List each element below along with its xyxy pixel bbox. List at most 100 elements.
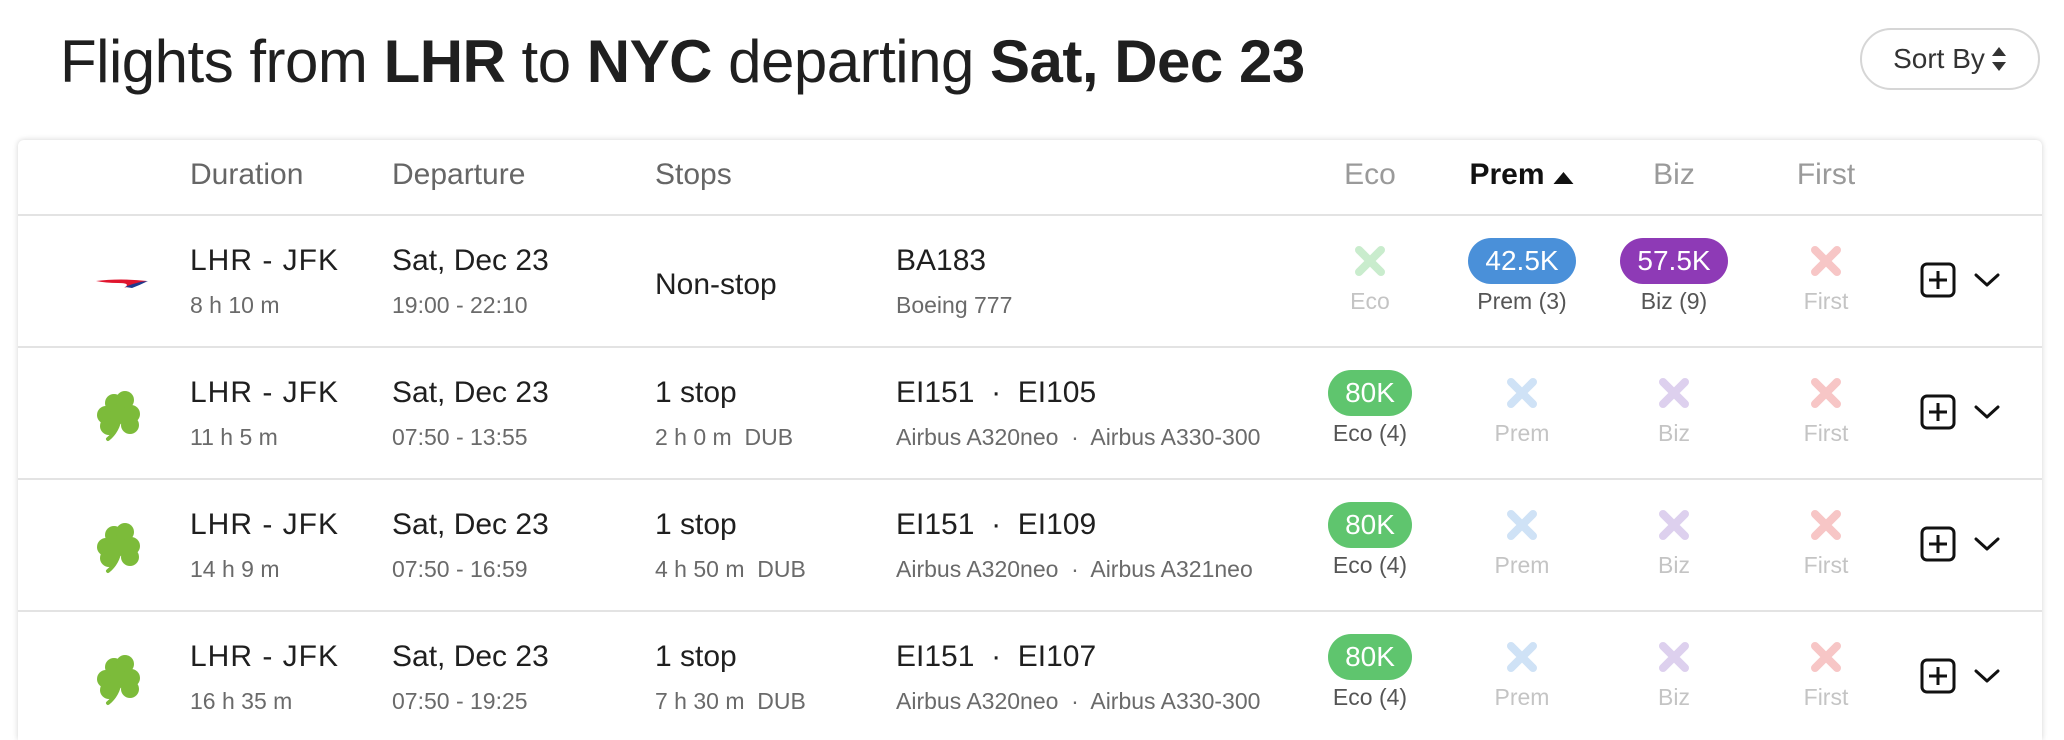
sort-updown-icon	[1991, 46, 2007, 72]
first-unavailable-label: First	[1803, 288, 1849, 314]
first-availability: First	[1746, 502, 1906, 579]
biz-unavailable-label: Biz	[1658, 684, 1690, 710]
departure-date: Sat, Dec 23	[392, 244, 549, 277]
flight-row[interactable]: LHR - JFK 8 h 10 m Sat, Dec 23 19:00 - 22:1…	[18, 216, 2042, 348]
flight-duration: 14 h 9 m	[190, 556, 280, 582]
biz-seats-label: Biz (9)	[1640, 288, 1708, 314]
prem-availability: Prem	[1442, 370, 1602, 447]
sort-by-label: Sort By	[1893, 43, 1985, 74]
biz-points-pill[interactable]: 57.5K	[1620, 238, 1728, 284]
eco-points-pill[interactable]: 80K	[1328, 370, 1412, 416]
eco-availability[interactable]: 80K Eco (4)	[1290, 634, 1450, 711]
unavailable-x-icon	[1290, 238, 1450, 284]
eco-seats-label: Eco (4)	[1332, 684, 1408, 710]
add-plus-icon[interactable]	[1920, 526, 1956, 562]
unavailable-x-icon	[1442, 502, 1602, 548]
eco-seats-label: Eco (4)	[1332, 420, 1408, 446]
flight-row[interactable]: LHR - JFK 11 h 5 m Sat, Dec 23 07:50 - 13:5…	[18, 348, 2042, 480]
expand-chevron-down-icon[interactable]	[1974, 404, 2000, 420]
sort-by-button[interactable]: Sort By	[1860, 28, 2040, 90]
column-header-prem[interactable]: Prem	[1469, 158, 1574, 193]
column-header-duration[interactable]: Duration	[190, 158, 303, 192]
expand-chevron-down-icon[interactable]	[1974, 668, 2000, 684]
stop-detail: 4 h 50 m DUB	[655, 556, 806, 582]
add-plus-icon[interactable]	[1920, 262, 1956, 298]
departure-times: 19:00 - 22:10	[392, 292, 528, 318]
flight-numbers: EI151 · EI105	[896, 376, 1097, 409]
aircraft-types: Airbus A320neo · Airbus A330-300	[896, 688, 1261, 714]
prem-points-pill[interactable]: 42.5K	[1468, 238, 1576, 284]
flight-route: LHR - JFK	[190, 376, 340, 409]
stop-detail: 7 h 30 m DUB	[655, 688, 806, 714]
aer-lingus-shamrock-logo	[74, 366, 170, 462]
departure-times: 07:50 - 19:25	[392, 688, 528, 714]
aircraft-types: Airbus A320neo · Airbus A330-300	[896, 424, 1261, 450]
biz-availability[interactable]: 57.5K Biz (9)	[1594, 238, 1754, 315]
stops-count: 1 stop	[655, 508, 737, 541]
unavailable-x-icon	[1442, 634, 1602, 680]
column-header-eco[interactable]: Eco	[1344, 158, 1396, 192]
unavailable-x-icon	[1746, 634, 1906, 680]
flight-duration: 8 h 10 m	[190, 292, 280, 318]
biz-availability: Biz	[1594, 370, 1754, 447]
unavailable-x-icon	[1746, 370, 1906, 416]
aircraft-types: Airbus A320neo · Airbus A321neo	[896, 556, 1253, 582]
expand-chevron-down-icon[interactable]	[1974, 536, 2000, 552]
aircraft-types: Boeing 777	[896, 292, 1013, 318]
add-plus-icon[interactable]	[1920, 658, 1956, 694]
biz-availability: Biz	[1594, 634, 1754, 711]
biz-unavailable-label: Biz	[1658, 420, 1690, 446]
stop-detail: 2 h 0 m DUB	[655, 424, 794, 450]
column-header-first[interactable]: First	[1797, 158, 1855, 192]
prem-unavailable-label: Prem	[1494, 684, 1550, 710]
sort-ascending-icon	[1553, 159, 1575, 193]
stops-count: 1 stop	[655, 640, 737, 673]
page-title: Flights from LHR to NYC departing Sat, D…	[60, 26, 1305, 98]
title-departing: departing	[728, 28, 974, 95]
prem-availability: Prem	[1442, 634, 1602, 711]
stops-count: 1 stop	[655, 376, 737, 409]
departure-date: Sat, Dec 23	[392, 508, 549, 541]
expand-chevron-down-icon[interactable]	[1974, 272, 2000, 288]
biz-availability: Biz	[1594, 502, 1754, 579]
prem-availability[interactable]: 42.5K Prem (3)	[1442, 238, 1602, 315]
british-airways-logo	[74, 234, 170, 330]
flight-duration: 16 h 35 m	[190, 688, 293, 714]
unavailable-x-icon	[1594, 634, 1754, 680]
departure-times: 07:50 - 13:55	[392, 424, 528, 450]
eco-points-pill[interactable]: 80K	[1328, 634, 1412, 680]
prem-seats-label: Prem (3)	[1477, 288, 1567, 314]
column-header-stops[interactable]: Stops	[655, 158, 732, 192]
flight-route: LHR - JFK	[190, 640, 340, 673]
title-destination: NYC	[586, 28, 713, 95]
eco-points-pill[interactable]: 80K	[1328, 502, 1412, 548]
flight-row[interactable]: LHR - JFK 16 h 35 m Sat, Dec 23 07:50 - 19:…	[18, 612, 2042, 740]
unavailable-x-icon	[1746, 238, 1906, 284]
column-header-prem-label: Prem	[1469, 158, 1545, 191]
stops-count: Non-stop	[655, 268, 777, 301]
add-plus-icon[interactable]	[1920, 394, 1956, 430]
flight-numbers: BA183	[896, 244, 987, 277]
first-availability: First	[1746, 238, 1906, 315]
biz-unavailable-label: Biz	[1658, 552, 1690, 578]
first-unavailable-label: First	[1803, 420, 1849, 446]
unavailable-x-icon	[1746, 502, 1906, 548]
column-header-biz[interactable]: Biz	[1653, 158, 1695, 192]
eco-availability[interactable]: 80K Eco (4)	[1290, 370, 1450, 447]
departure-date: Sat, Dec 23	[392, 376, 549, 409]
table-header: Duration Departure Stops Eco Prem Biz Fi…	[18, 140, 2042, 216]
aer-lingus-shamrock-logo	[74, 498, 170, 594]
aer-lingus-shamrock-logo	[74, 630, 170, 726]
first-unavailable-label: First	[1803, 552, 1849, 578]
title-date: Sat, Dec 23	[990, 28, 1305, 95]
prem-unavailable-label: Prem	[1494, 552, 1550, 578]
eco-availability[interactable]: 80K Eco (4)	[1290, 502, 1450, 579]
title-origin: LHR	[383, 28, 506, 95]
departure-date: Sat, Dec 23	[392, 640, 549, 673]
prem-unavailable-label: Prem	[1494, 420, 1550, 446]
departure-times: 07:50 - 16:59	[392, 556, 528, 582]
unavailable-x-icon	[1594, 502, 1754, 548]
flight-row[interactable]: LHR - JFK 14 h 9 m Sat, Dec 23 07:50 - 16:5…	[18, 480, 2042, 612]
column-header-departure[interactable]: Departure	[392, 158, 525, 192]
flight-numbers: EI151 · EI109	[896, 508, 1097, 541]
